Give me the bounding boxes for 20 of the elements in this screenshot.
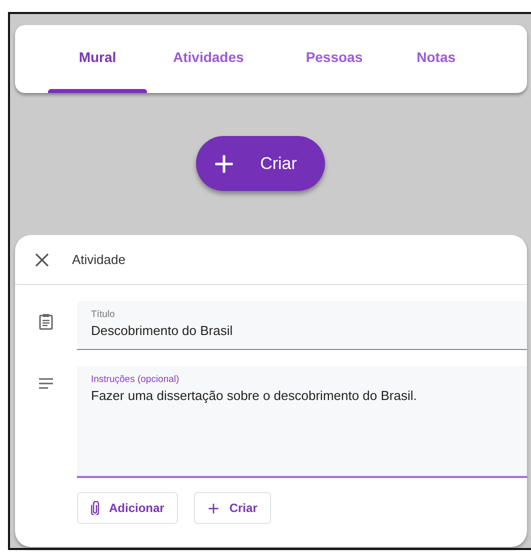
- text-lines-icon: [39, 378, 53, 389]
- create-button[interactable]: Criar: [196, 136, 325, 191]
- field-label: Instruções (opcional): [91, 374, 180, 385]
- tab[interactable]: Atividades: [153, 25, 264, 93]
- field-label: Título: [91, 309, 116, 320]
- dialog-title: Atividade: [72, 252, 126, 267]
- tab[interactable]: Pessoas: [286, 25, 383, 93]
- field-value: Descobrimento do Brasil: [91, 323, 234, 338]
- tab[interactable]: Mural: [48, 25, 147, 93]
- title-field[interactable]: Título Descobrimento do Brasil: [77, 301, 527, 350]
- tab[interactable]: Notas: [396, 25, 476, 93]
- clipboard-icon: [39, 313, 53, 330]
- add-button[interactable]: Adicionar: [77, 492, 178, 524]
- instructions-field[interactable]: Instruções (opcional) Fazer uma dissertação sobre o descobrimento do Brasil.: [77, 366, 527, 478]
- paperclip-icon: [91, 501, 99, 515]
- create-button[interactable]: Criar: [194, 492, 272, 524]
- plus-icon: [214, 154, 234, 174]
- plus-icon: [208, 502, 220, 514]
- close-icon[interactable]: [35, 252, 49, 266]
- field-value: Fazer uma dissertação sobre o descobrimento do Brasil.: [91, 388, 418, 403]
